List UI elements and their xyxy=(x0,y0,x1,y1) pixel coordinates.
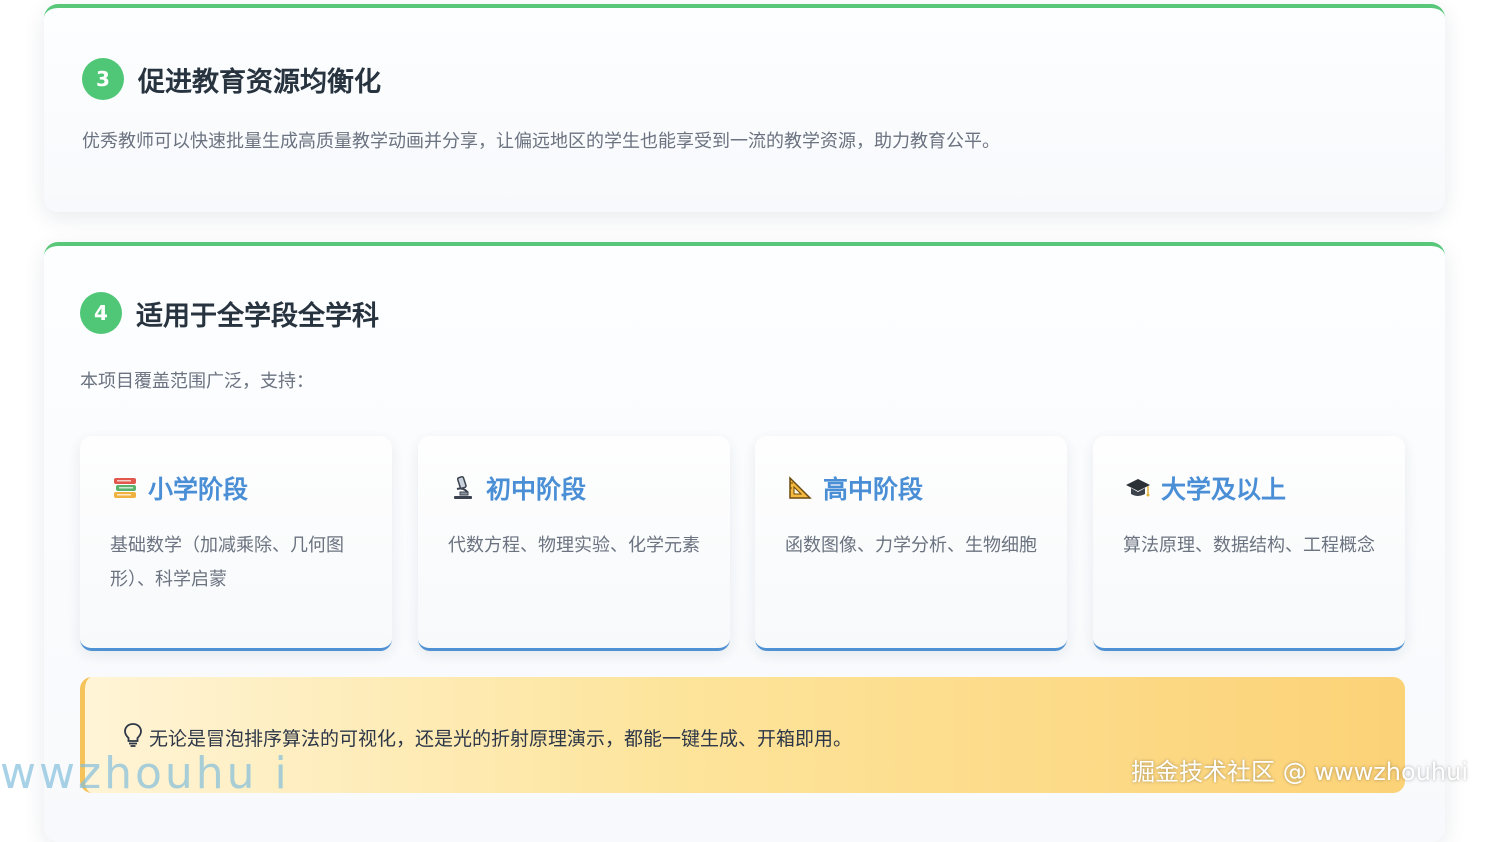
level-card-senior-high: 高中阶段 函数图像、力学分析、生物细胞 xyxy=(755,436,1067,651)
watermark-right: 掘金技术社区 @ wwwzhouhui xyxy=(1131,758,1468,786)
triangle-ruler-icon xyxy=(785,473,815,503)
section-number-badge: 4 xyxy=(80,292,122,334)
section-title: 促进教育资源均衡化 xyxy=(138,66,381,98)
level-description: 代数方程、物理实验、化学元素 xyxy=(448,535,700,556)
section-card-3: 3 促进教育资源均衡化 优秀教师可以快速批量生成高质量教学动画并分享，让偏远地区… xyxy=(44,4,1445,212)
microscope-icon xyxy=(448,473,478,503)
level-title: 大学及以上 xyxy=(1161,475,1287,504)
level-description: 基础数学（加减乘除、几何图形）、科学启蒙 xyxy=(110,535,344,590)
section-description: 优秀教师可以快速批量生成高质量教学动画并分享，让偏远地区的学生也能享受到一流的教… xyxy=(82,131,1000,152)
level-card-junior-high: 初中阶段 代数方程、物理实验、化学元素 xyxy=(418,436,730,651)
watermark-left: wwzhouhu i xyxy=(0,748,290,799)
level-description: 函数图像、力学分析、生物细胞 xyxy=(785,535,1037,556)
section-heading: 4 适用于全学段全学科 xyxy=(80,292,379,334)
level-heading: 初中阶段 xyxy=(448,470,586,506)
section-heading: 3 促进教育资源均衡化 xyxy=(82,58,381,100)
level-card-university: 大学及以上 算法原理、数据结构、工程概念 xyxy=(1093,436,1405,651)
section-number-badge: 3 xyxy=(82,58,124,100)
level-title: 初中阶段 xyxy=(486,475,587,504)
section-title: 适用于全学段全学科 xyxy=(136,300,379,332)
level-heading: 小学阶段 xyxy=(110,470,248,506)
level-title: 高中阶段 xyxy=(823,475,924,504)
level-card-primary: 小学阶段 基础数学（加减乘除、几何图形）、科学启蒙 xyxy=(80,436,392,651)
level-heading: 大学及以上 xyxy=(1123,470,1286,506)
tip-text: 无论是冒泡排序算法的可视化，还是光的折射原理演示，都能一键生成、开箱即用。 xyxy=(149,727,853,750)
section-description: 本项目覆盖范围广泛，支持： xyxy=(80,371,314,392)
level-title: 小学阶段 xyxy=(148,475,249,504)
level-heading: 高中阶段 xyxy=(785,470,923,506)
books-icon xyxy=(110,473,140,503)
graduation-cap-icon xyxy=(1123,473,1153,503)
level-description: 算法原理、数据结构、工程概念 xyxy=(1123,535,1375,556)
